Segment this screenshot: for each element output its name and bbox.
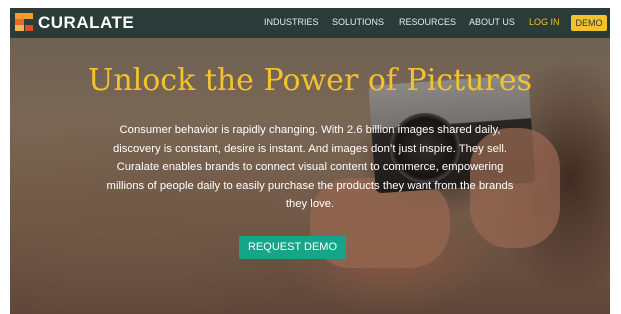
nav-solutions[interactable]: SOLUTIONS: [332, 17, 384, 27]
page-frame: CURALATE INDUSTRIES SOLUTIONS RESOURCES …: [10, 8, 610, 314]
request-demo-button[interactable]: REQUEST DEMO: [239, 236, 346, 259]
hero-line-3: Curalate enables brands to connect visua…: [116, 161, 504, 173]
hero-line-5: they love.: [285, 198, 335, 210]
nav-resources[interactable]: RESOURCES: [399, 17, 456, 27]
nav-about-us[interactable]: ABOUT US: [469, 17, 515, 27]
hero-body-text: Consumer behavior is rapidly changing. W…: [80, 121, 540, 214]
demo-button[interactable]: DEMO: [571, 15, 607, 31]
nav-industries[interactable]: INDUSTRIES: [264, 17, 319, 27]
hero-line-1: Consumer behavior is rapidly changing. W…: [119, 124, 501, 136]
hero-line-2: discovery is constant, desire is instant…: [112, 142, 508, 155]
curalate-logo-icon[interactable]: [15, 13, 33, 31]
hero-headline: Unlock the Power of Pictures: [88, 63, 532, 98]
nav-login[interactable]: LOG IN: [529, 17, 560, 27]
top-navbar: CURALATE INDUSTRIES SOLUTIONS RESOURCES …: [10, 8, 610, 38]
hero-line-4: millions of people daily to easily purch…: [106, 179, 514, 192]
brand-name[interactable]: CURALATE: [38, 13, 134, 33]
